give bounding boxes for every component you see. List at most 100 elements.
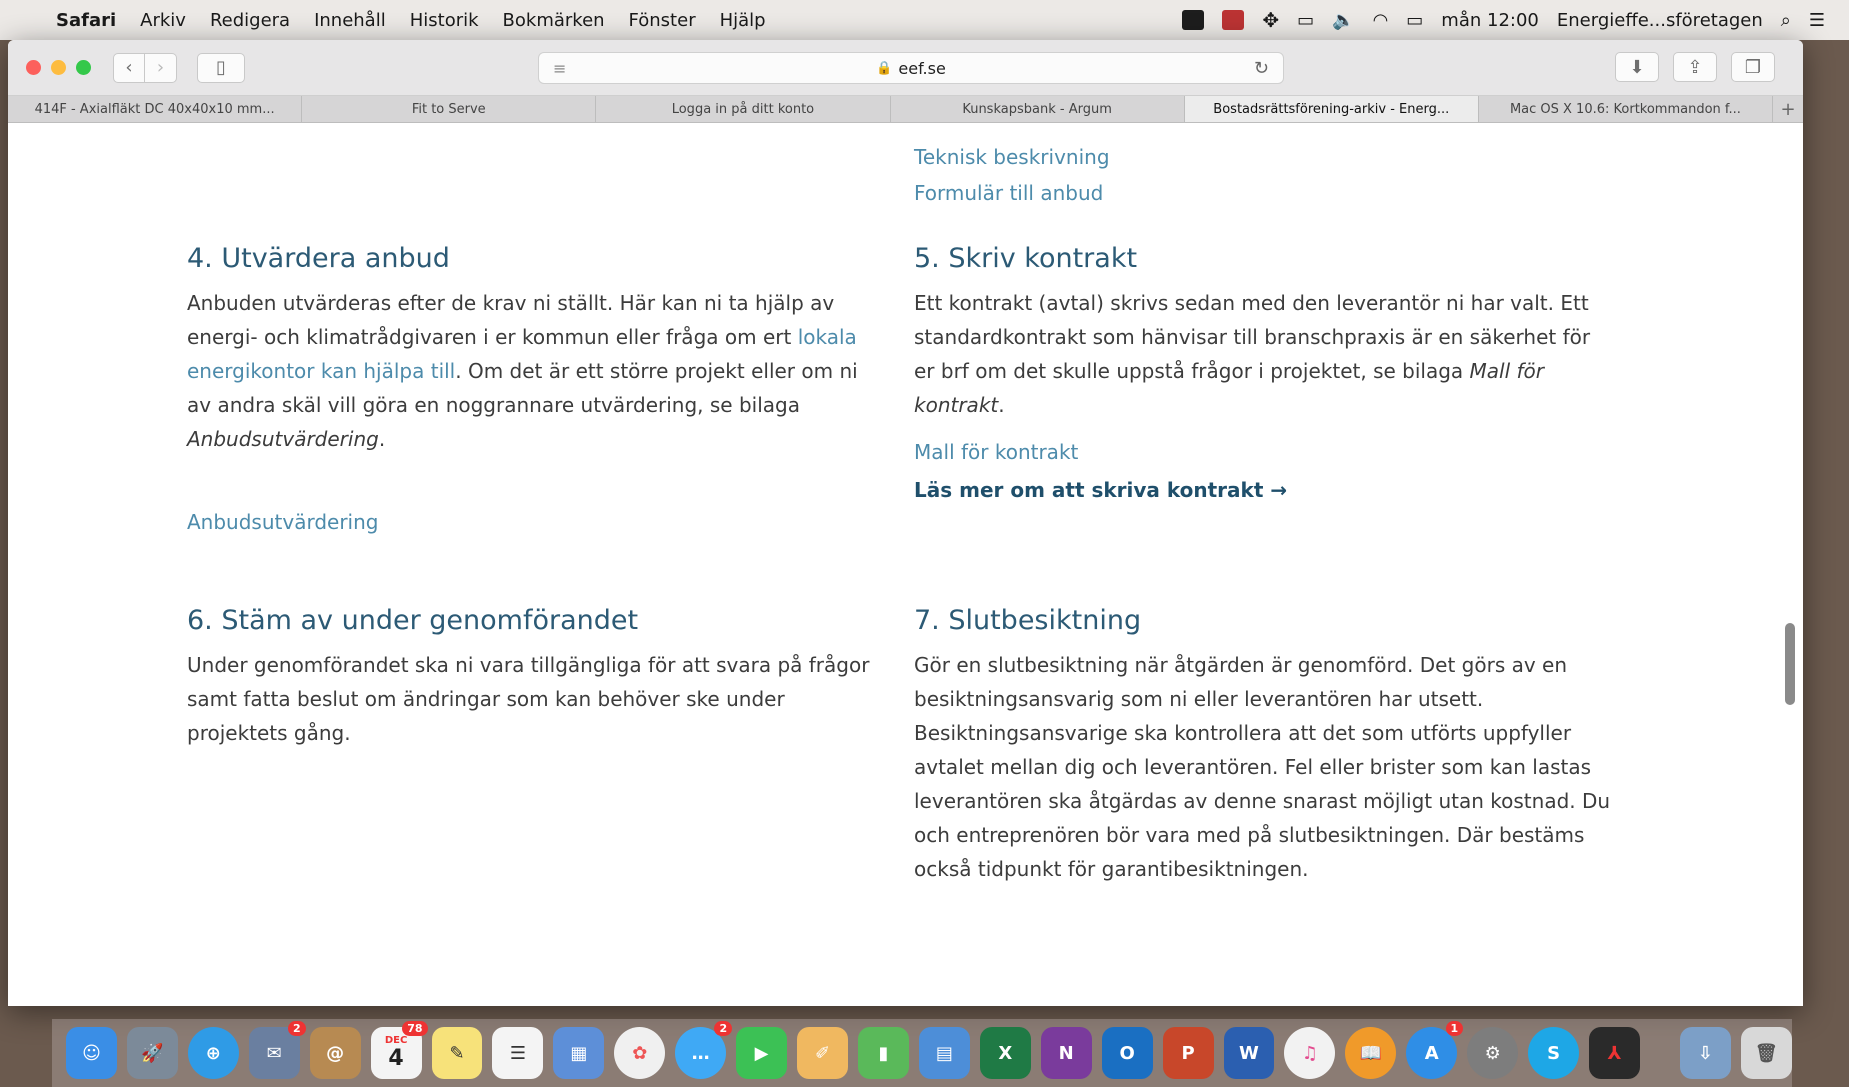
- page-scrollbar-thumb[interactable]: [1785, 623, 1795, 705]
- calendar-icon[interactable]: DEC 4 78: [370, 1021, 428, 1079]
- mail-icon[interactable]: ✉ 2: [248, 1021, 306, 1079]
- tab-axialflakt[interactable]: 414F - Axialfläkt DC 40x40x10 mm...: [8, 96, 303, 122]
- step-5-text: Ett kontrakt (avtal) skrivs sedan med de…: [914, 286, 1614, 422]
- pages-icon[interactable]: ✐: [797, 1027, 848, 1079]
- finder-icon[interactable]: ☺: [66, 1027, 117, 1079]
- link-mall-for-kontrakt[interactable]: Mall för kontrakt: [914, 440, 1614, 464]
- step-6-section: 6. Stäm av under genomförandet Under gen…: [187, 605, 887, 750]
- acrobat-icon[interactable]: ⅄: [1589, 1027, 1640, 1079]
- step-4-text-em: Anbudsutvärdering: [187, 427, 379, 451]
- menu-redigera[interactable]: Redigera: [210, 10, 290, 31]
- tab-mac-os-x[interactable]: Mac OS X 10.6: Kortkommandon f...: [1479, 96, 1774, 122]
- spotlight-search-icon[interactable]: ⌕: [1781, 10, 1791, 31]
- share-icon: ⇪: [1687, 56, 1703, 78]
- tray-app-icon[interactable]: [1182, 10, 1205, 30]
- tabs-icon: ❐: [1744, 56, 1762, 78]
- contacts-icon[interactable]: @: [309, 1027, 361, 1079]
- tab-bar: 414F - Axialfläkt DC 40x40x10 mm... Fit …: [8, 96, 1803, 123]
- step-7-title: 7. Slutbesiktning: [914, 605, 1142, 636]
- notification-center-icon[interactable]: ☰: [1809, 10, 1825, 31]
- app-store-icon[interactable]: A1: [1406, 1021, 1464, 1079]
- shield-icon[interactable]: [1222, 10, 1245, 30]
- airplay-icon[interactable]: ▭: [1297, 10, 1314, 31]
- ibooks-icon[interactable]: 📖: [1345, 1027, 1397, 1079]
- plus-icon: +: [1780, 99, 1796, 120]
- step-5-section: 5. Skriv kontrakt Ett kontrakt (avtal) s…: [914, 243, 1614, 502]
- battery-icon[interactable]: ▭: [1406, 10, 1423, 31]
- nav-buttons: ‹ ›: [113, 52, 177, 83]
- appstore-badge: 1: [1445, 1021, 1464, 1036]
- numbers-icon[interactable]: ▮: [857, 1027, 909, 1079]
- notes-icon[interactable]: ✎: [431, 1027, 483, 1079]
- menu-app-safari[interactable]: Safari: [56, 10, 116, 31]
- keynote-icon[interactable]: ▤: [918, 1027, 970, 1079]
- launchpad-icon[interactable]: 🚀: [126, 1027, 178, 1079]
- close-window-button[interactable]: [26, 60, 41, 75]
- link-las-mer-kontrakt[interactable]: Läs mer om att skriva kontrakt →: [914, 478, 1614, 502]
- step-4-section: 4. Utvärdera anbud Anbuden utvärderas ef…: [187, 243, 887, 534]
- step-6-text: Under genomförandet ska ni vara tillgäng…: [187, 653, 870, 745]
- preview-icon[interactable]: ▦: [553, 1027, 605, 1079]
- tab-overview-button[interactable]: ❐: [1731, 52, 1775, 82]
- tab-bostadsrattsforening[interactable]: Bostadsrättsförening-arkiv - Energ...: [1184, 96, 1479, 122]
- zoom-window-button[interactable]: [76, 60, 91, 75]
- onenote-icon[interactable]: N: [1040, 1027, 1092, 1079]
- menu-arkiv[interactable]: Arkiv: [140, 10, 186, 31]
- word-icon[interactable]: W: [1223, 1027, 1275, 1079]
- sidebar-icon: ▯: [216, 57, 226, 78]
- step-7-section: 7. Slutbesiktning Gör en slutbesiktning …: [914, 605, 1614, 886]
- tab-logga-in[interactable]: Logga in på ditt konto: [596, 96, 891, 122]
- safari-window: ‹ › ▯ ≡ 🔒 eef.se ↻ ⬇ ⇪ ❐ 414F - Axialflä…: [8, 40, 1803, 1006]
- facetime-icon[interactable]: ▶: [736, 1027, 788, 1079]
- excel-icon[interactable]: X: [979, 1027, 1031, 1079]
- new-tab-button[interactable]: +: [1773, 96, 1803, 122]
- link-teknisk-beskrivning[interactable]: Teknisk beskrivning: [914, 145, 1110, 169]
- itunes-icon[interactable]: ♫: [1284, 1027, 1336, 1079]
- menu-bokmarken[interactable]: Bokmärken: [503, 10, 605, 31]
- tab-kunskapsbank[interactable]: Kunskapsbank - Argum: [891, 96, 1185, 122]
- tab-fit-to-serve[interactable]: Fit to Serve: [302, 96, 597, 122]
- mail-badge: 2: [288, 1021, 306, 1036]
- link-anbudsutvardering[interactable]: Anbudsutvärdering: [187, 510, 887, 534]
- menu-hjalp[interactable]: Hjälp: [720, 10, 766, 31]
- skype-icon[interactable]: S: [1528, 1027, 1580, 1079]
- top-links: Teknisk beskrivning Formulär till anbud: [914, 145, 1110, 205]
- menu-clock[interactable]: mån 12:00: [1441, 10, 1539, 31]
- menu-innehall[interactable]: Innehåll: [314, 10, 386, 31]
- trash-icon[interactable]: 🗑: [1740, 1027, 1792, 1079]
- link-formular-till-anbud[interactable]: Formulär till anbud: [914, 181, 1110, 205]
- powerpoint-icon[interactable]: P: [1162, 1027, 1214, 1079]
- share-button[interactable]: ⇪: [1673, 52, 1717, 82]
- browser-toolbar: ‹ › ▯ ≡ 🔒 eef.se ↻ ⬇ ⇪ ❐: [8, 40, 1803, 96]
- forward-button[interactable]: ›: [145, 52, 177, 83]
- step-4-title: 4. Utvärdera anbud: [187, 243, 450, 274]
- outlook-icon[interactable]: O: [1101, 1027, 1153, 1079]
- reminders-icon[interactable]: ☰: [492, 1027, 544, 1079]
- wifi-icon[interactable]: ◠: [1373, 10, 1389, 31]
- dropbox-icon[interactable]: ✥: [1262, 8, 1279, 32]
- window-controls: [26, 60, 91, 75]
- downloads-stack-icon[interactable]: ⇩: [1679, 1027, 1731, 1079]
- minimize-window-button[interactable]: [51, 60, 66, 75]
- safari-icon[interactable]: ⊕: [187, 1027, 239, 1079]
- messages-icon[interactable]: … 2: [675, 1021, 733, 1079]
- url-text: eef.se: [898, 58, 946, 78]
- sidebar-toggle-button[interactable]: ▯: [197, 52, 245, 83]
- step-4-text: Anbuden utvärderas efter de krav ni stäl…: [187, 286, 887, 456]
- reload-icon[interactable]: ↻: [1254, 58, 1269, 79]
- step-4-text-c: .: [378, 427, 386, 451]
- menu-user[interactable]: Energieffe...sföretagen: [1557, 10, 1763, 31]
- calendar-month: DEC: [384, 1035, 408, 1046]
- step-5-title: 5. Skriv kontrakt: [914, 243, 1138, 274]
- downloads-button[interactable]: ⬇: [1615, 52, 1659, 82]
- menu-historik[interactable]: Historik: [410, 10, 479, 31]
- back-button[interactable]: ‹: [113, 52, 145, 83]
- photos-icon[interactable]: ✿: [614, 1027, 666, 1079]
- step-7-text: Gör en slutbesiktning när åtgärden är ge…: [914, 653, 1611, 881]
- address-bar[interactable]: ≡ 🔒 eef.se ↻: [538, 52, 1284, 84]
- menu-fonster[interactable]: Fönster: [629, 10, 696, 31]
- volume-icon[interactable]: 🔈: [1332, 10, 1354, 31]
- reader-view-icon[interactable]: ≡: [553, 59, 566, 78]
- step-4-text-a: Anbuden utvärderas efter de krav ni stäl…: [187, 291, 835, 349]
- system-preferences-icon[interactable]: ⚙: [1467, 1027, 1519, 1079]
